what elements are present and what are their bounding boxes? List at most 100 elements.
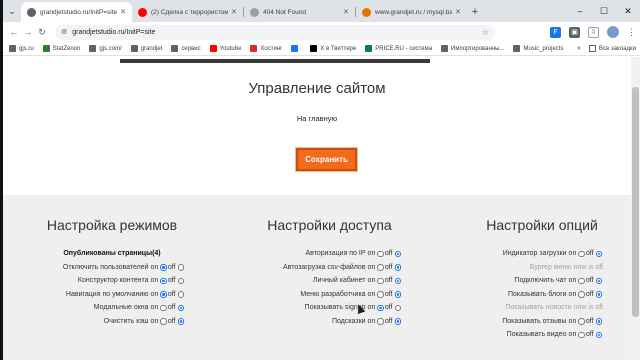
on-radio[interactable] [578, 318, 585, 325]
page-scrollbar[interactable] [631, 57, 640, 360]
off-label: off [167, 263, 176, 271]
bookmark-item[interactable]: сервис [171, 45, 201, 52]
bookmark-star-icon[interactable]: ☆ [482, 28, 489, 37]
tab-favicon-icon [250, 7, 259, 17]
bookmark-item[interactable]: PRICE.RU - система [365, 45, 432, 52]
back-icon[interactable]: ← [7, 27, 21, 37]
on-radio[interactable] [578, 331, 585, 338]
on-radio[interactable] [377, 291, 384, 298]
tab-title: grandjetstudio.ru/InitP=site [40, 8, 118, 16]
setting-label: Показывать новости now is off [505, 304, 603, 312]
tab-search-icon[interactable]: ⌄ [3, 0, 21, 22]
profile-avatar[interactable] [607, 26, 619, 38]
tab-2[interactable]: 404 Not Found ✕ [244, 2, 355, 22]
off-radio[interactable] [595, 277, 602, 284]
off-radio[interactable] [595, 291, 602, 298]
on-radio[interactable] [377, 318, 384, 325]
on-radio[interactable] [578, 277, 585, 284]
access-column: Настройки доступа Авторизация по IP on off А… [257, 217, 402, 328]
tab-3[interactable]: www.grandjet.ru / mysql.base ✕ [356, 2, 467, 22]
bookmark-item[interactable]: Music_projects [513, 45, 563, 52]
extension-icon[interactable]: F [550, 26, 561, 38]
on-radio[interactable] [578, 291, 585, 298]
setting-row: Модальные окна on off [39, 301, 185, 315]
new-tab-button[interactable]: + [467, 2, 483, 22]
bookmark-item[interactable] [291, 45, 301, 52]
on-label: on [367, 263, 376, 271]
off-radio[interactable] [177, 277, 184, 284]
bookmark-favicon-icon [291, 45, 299, 52]
bookmark-label: Youtube [219, 45, 242, 52]
forward-icon[interactable]: → [21, 27, 35, 37]
setting-row: Опубликованы страницы(4) [39, 247, 185, 261]
on-radio[interactable] [160, 291, 167, 298]
save-button[interactable]: Сохранить [296, 148, 357, 171]
all-bookmarks-link[interactable]: Все закладки [599, 46, 636, 52]
off-radio[interactable] [177, 304, 184, 311]
bookmark-item[interactable]: grandjet [130, 45, 162, 52]
bookmark-item[interactable]: Хостинг [250, 45, 282, 52]
setting-row: Личный кабинет on off [257, 274, 402, 288]
off-radio[interactable] [394, 291, 401, 298]
off-radio[interactable] [595, 331, 602, 338]
off-radio[interactable] [595, 250, 602, 257]
off-radio[interactable] [394, 250, 401, 257]
bookmark-item[interactable]: gjs.ru [9, 45, 34, 52]
on-radio[interactable] [160, 304, 167, 311]
bookmark-label: PRICE.RU - система [375, 45, 433, 52]
on-radio[interactable] [377, 250, 384, 257]
off-radio[interactable] [595, 318, 602, 325]
on-label: on [150, 263, 159, 271]
setting-row: Автозагрузка csv-файлов on off [257, 261, 402, 275]
on-radio[interactable] [578, 250, 585, 257]
menu-kebab-icon[interactable]: ⋮ [627, 27, 636, 38]
tab-close-icon[interactable]: ✕ [231, 8, 237, 16]
bookmark-favicon-icon [310, 45, 318, 52]
maximize-icon[interactable]: ☐ [592, 6, 616, 17]
tab-close-icon[interactable]: ✕ [343, 8, 349, 16]
setting-label: Подсказки [331, 317, 366, 325]
tab-close-icon[interactable]: ✕ [455, 8, 461, 16]
off-radio[interactable] [177, 291, 184, 298]
close-window-icon[interactable]: ✕ [616, 6, 640, 17]
off-label: off [384, 263, 393, 271]
extensions-puzzle-icon[interactable]: ▣ [569, 26, 580, 38]
tab-0[interactable]: grandjetstudio.ru/InitP=site ✕ [21, 2, 132, 22]
off-radio[interactable] [177, 318, 184, 325]
bookmark-item[interactable]: X в Твиттере [310, 45, 356, 52]
bookmark-favicon-icon [171, 45, 179, 52]
setting-label: Конструктор контента [77, 277, 149, 285]
off-label: off [585, 317, 594, 325]
reload-icon[interactable]: ↻ [35, 27, 49, 38]
tab-close-icon[interactable]: ✕ [120, 8, 126, 16]
off-label: off [585, 290, 594, 298]
column-heading: Настройки опций [486, 217, 598, 233]
scrollbar-thumb[interactable] [632, 87, 639, 317]
bookmark-item[interactable]: Youtube [209, 45, 242, 52]
home-link[interactable]: На главную [3, 114, 631, 123]
off-radio[interactable] [177, 264, 184, 271]
site-info-icon[interactable]: ⚙ [61, 28, 67, 36]
address-bar[interactable]: ⚙ grandjetstudio.ru/InitP=site ☆ [55, 24, 495, 40]
off-radio[interactable] [394, 318, 401, 325]
on-radio[interactable] [377, 277, 384, 284]
setting-label: Очистить кэш [103, 317, 149, 325]
on-radio[interactable] [160, 277, 167, 284]
off-radio[interactable] [394, 264, 401, 271]
bookmark-item[interactable]: StatZenon [42, 45, 80, 52]
on-radio[interactable] [160, 264, 167, 271]
bookmark-item[interactable]: Импортированны... [441, 45, 504, 52]
minimize-icon[interactable]: – [568, 6, 592, 16]
downloads-icon[interactable]: ⇩ [588, 26, 599, 38]
off-radio[interactable] [394, 304, 401, 311]
bookmark-favicon-icon [209, 45, 217, 52]
bookmark-favicon-icon [42, 45, 50, 52]
tab-1[interactable]: (2) Сделка с террористом Пут✕ [132, 2, 243, 22]
bookmark-item[interactable]: gjs.com/ [89, 45, 122, 52]
on-radio[interactable] [377, 264, 384, 271]
off-radio[interactable] [394, 277, 401, 284]
setting-label: Индикатор загрузки [502, 250, 567, 258]
on-radio[interactable] [160, 318, 167, 325]
more-bookmarks-icon[interactable]: » [577, 45, 581, 52]
on-radio[interactable] [377, 304, 384, 311]
